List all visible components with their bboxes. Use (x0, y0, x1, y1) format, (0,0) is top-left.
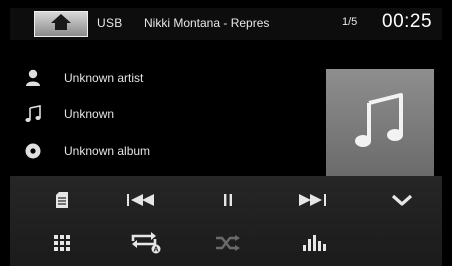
disc-icon (22, 141, 44, 161)
skip-previous-icon (126, 193, 158, 212)
pause-button[interactable] (208, 187, 248, 217)
artist-label: Unknown artist (64, 71, 144, 85)
album-art (326, 69, 434, 176)
equalizer-button[interactable] (295, 230, 335, 260)
now-playing-title: Nikki Montana - Repres (144, 16, 270, 30)
home-button[interactable] (34, 11, 88, 37)
collapse-button[interactable] (382, 187, 422, 217)
album-label: Unknown album (64, 144, 151, 158)
previous-button[interactable] (122, 187, 162, 217)
artist-row: Unknown artist (22, 68, 143, 88)
chevron-down-icon (391, 193, 413, 211)
equalizer-icon (303, 234, 327, 256)
person-icon (22, 68, 44, 88)
repeat-button[interactable]: A (126, 230, 166, 260)
album-row: Unknown album (22, 141, 150, 161)
clock: 00:25 (382, 11, 433, 32)
status-bar: USB Nikki Montana - Repres 1/5 00:25 (10, 8, 442, 40)
home-icon (50, 13, 72, 36)
shuffle-button[interactable] (208, 230, 248, 260)
title-row: Unknown (22, 104, 114, 124)
control-bar: A (10, 176, 442, 266)
pause-icon (223, 193, 233, 212)
svg-text:A: A (153, 246, 158, 253)
music-note-icon (22, 104, 44, 124)
menu-grid-button[interactable] (42, 230, 82, 260)
playlist-button[interactable] (42, 187, 82, 217)
shuffle-icon (215, 234, 241, 256)
title-label: Unknown (64, 107, 115, 121)
track-info-panel: Unknown artist Unknown Unknown album (10, 40, 442, 176)
playlist-icon (55, 191, 69, 214)
source-label: USB (97, 16, 123, 30)
track-counter: 1/5 (342, 16, 358, 28)
music-note-icon (353, 91, 407, 154)
media-player-screen: USB Nikki Montana - Repres 1/5 00:25 Unk… (0, 0, 452, 266)
grid-menu-icon (54, 234, 70, 256)
repeat-all-icon: A (130, 231, 162, 259)
skip-next-icon (296, 193, 328, 212)
next-button[interactable] (292, 187, 332, 217)
